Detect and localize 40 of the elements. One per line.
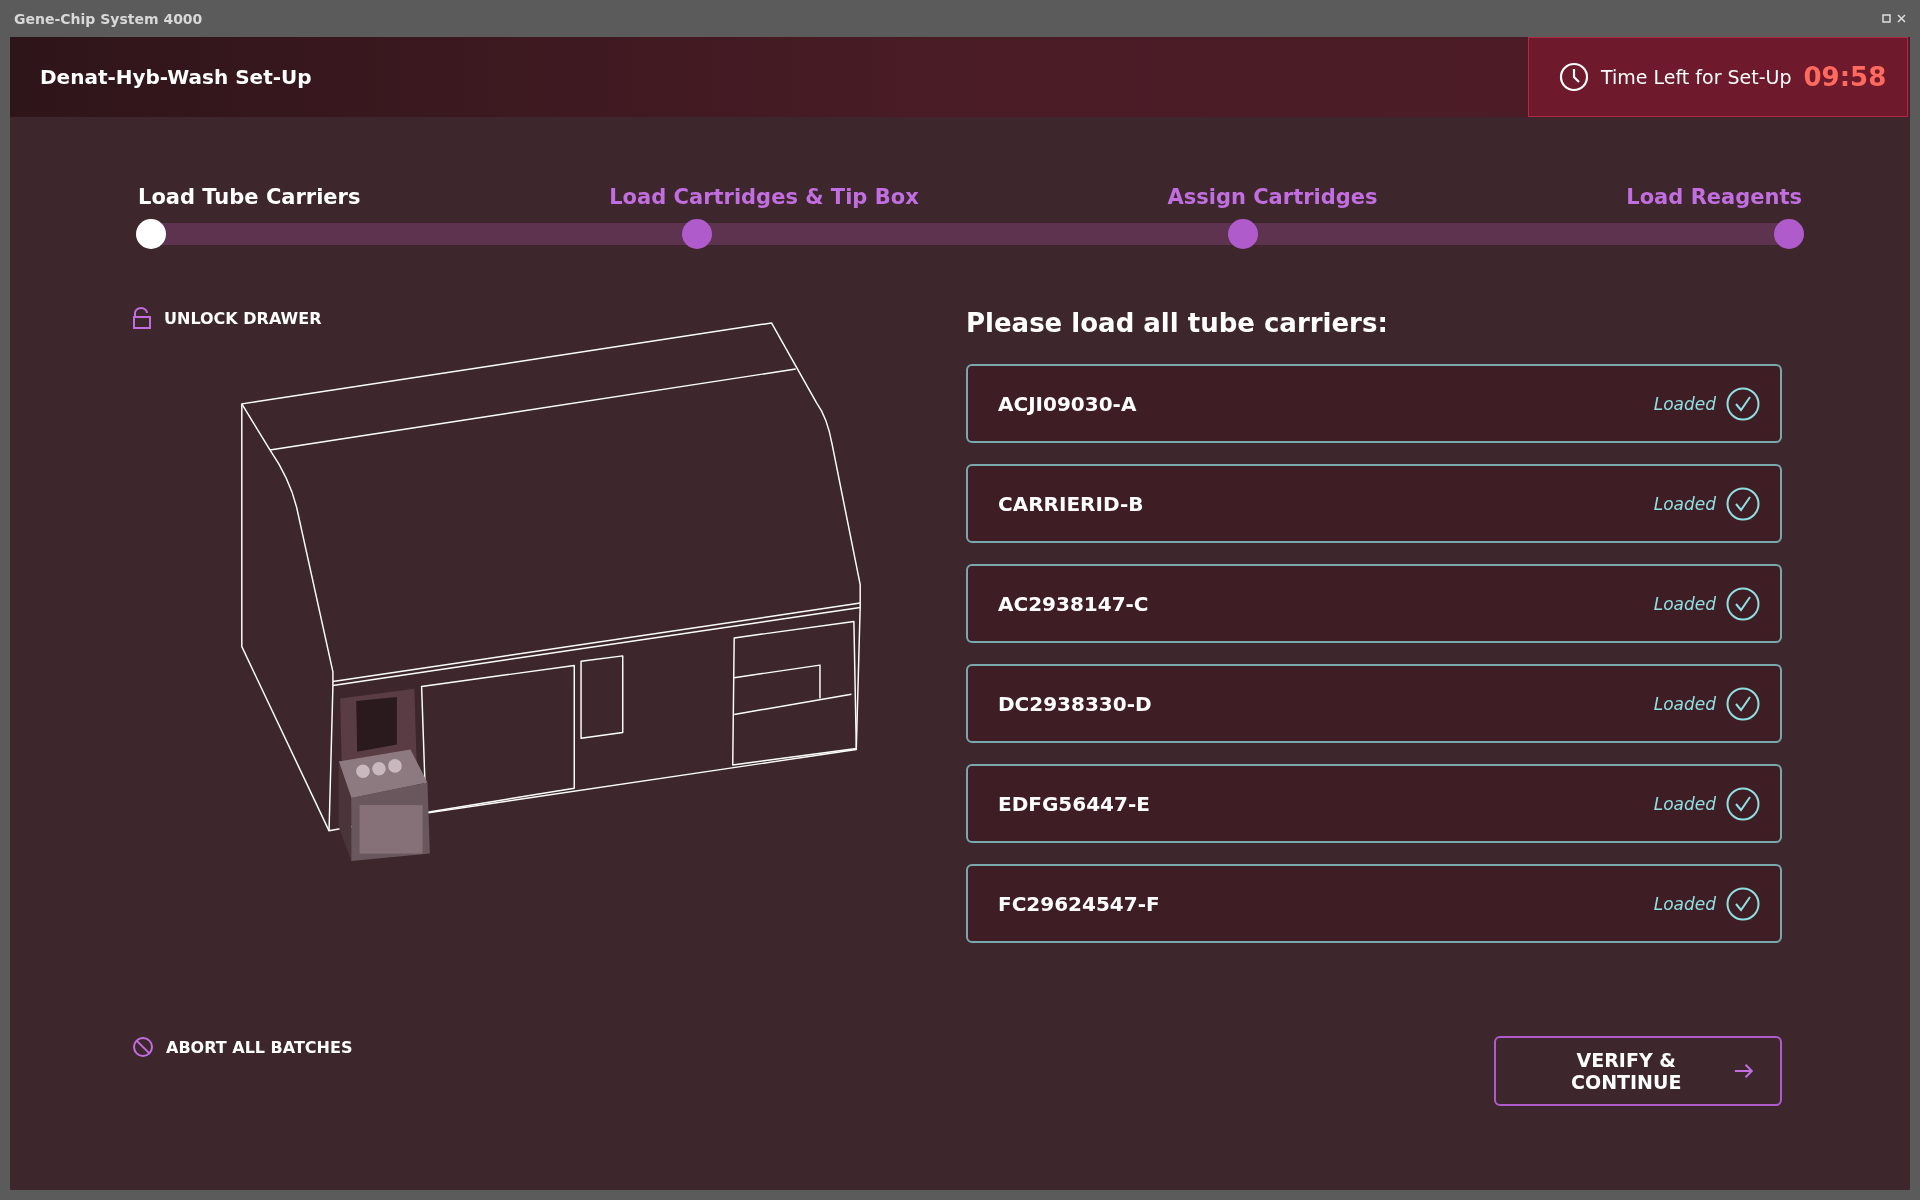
status-text: Loaded [1653,393,1716,414]
step-label[interactable]: Load Cartridges & Tip Box [609,185,919,209]
status-text: Loaded [1653,593,1716,614]
carrier-id: CARRIERID-B [998,491,1145,516]
status-text: Loaded [1653,693,1716,714]
step-dot[interactable] [1228,219,1258,249]
check-circle-icon [1726,586,1760,621]
check-circle-icon [1726,886,1760,921]
carrier-id: DC2938330-D [998,691,1153,716]
clock-icon [1559,62,1589,92]
step-dot[interactable] [1774,219,1804,249]
timer-value: 09:58 [1803,62,1887,92]
arrow-right-icon [1734,1063,1754,1079]
close-icon[interactable] [1897,14,1906,23]
step-label[interactable]: Load Tube Carriers [138,185,361,209]
page-title: Denat-Hyb-Wash Set-Up [40,65,312,89]
check-circle-icon [1726,386,1760,421]
unlock-drawer-button[interactable]: UNLOCK DRAWER [132,307,322,329]
prohibited-icon [132,1036,154,1058]
status-text: Loaded [1653,493,1716,514]
carrier-id: ACJI09030-A [998,391,1138,416]
step-label[interactable]: Load Reagents [1626,185,1802,209]
instruction-heading: Please load all tube carriers: [966,308,1389,338]
status-text: Loaded [1653,893,1716,914]
check-circle-icon [1726,786,1760,821]
restore-icon[interactable] [1882,14,1891,23]
step-dot[interactable] [136,219,166,249]
check-circle-icon [1726,486,1760,521]
step-label[interactable]: Assign Cartridges [1167,185,1378,209]
status-text: Loaded [1653,793,1716,814]
abort-all-batches-button[interactable]: ABORT ALL BATCHES [132,1036,353,1058]
unlock-icon [132,307,152,329]
check-circle-icon [1726,686,1760,721]
carrier-id: EDFG56447-E [998,791,1151,816]
window-title: Gene-Chip System 4000 [14,10,203,27]
step-dot[interactable] [682,219,712,249]
carrier-id: FC29624547-F [998,891,1161,916]
verify-continue-button[interactable]: VERIFY & CONTINUE [1494,1036,1782,1106]
timer-label: Time Left for Set-Up [1601,66,1792,88]
carrier-id: AC2938147-C [998,591,1150,616]
